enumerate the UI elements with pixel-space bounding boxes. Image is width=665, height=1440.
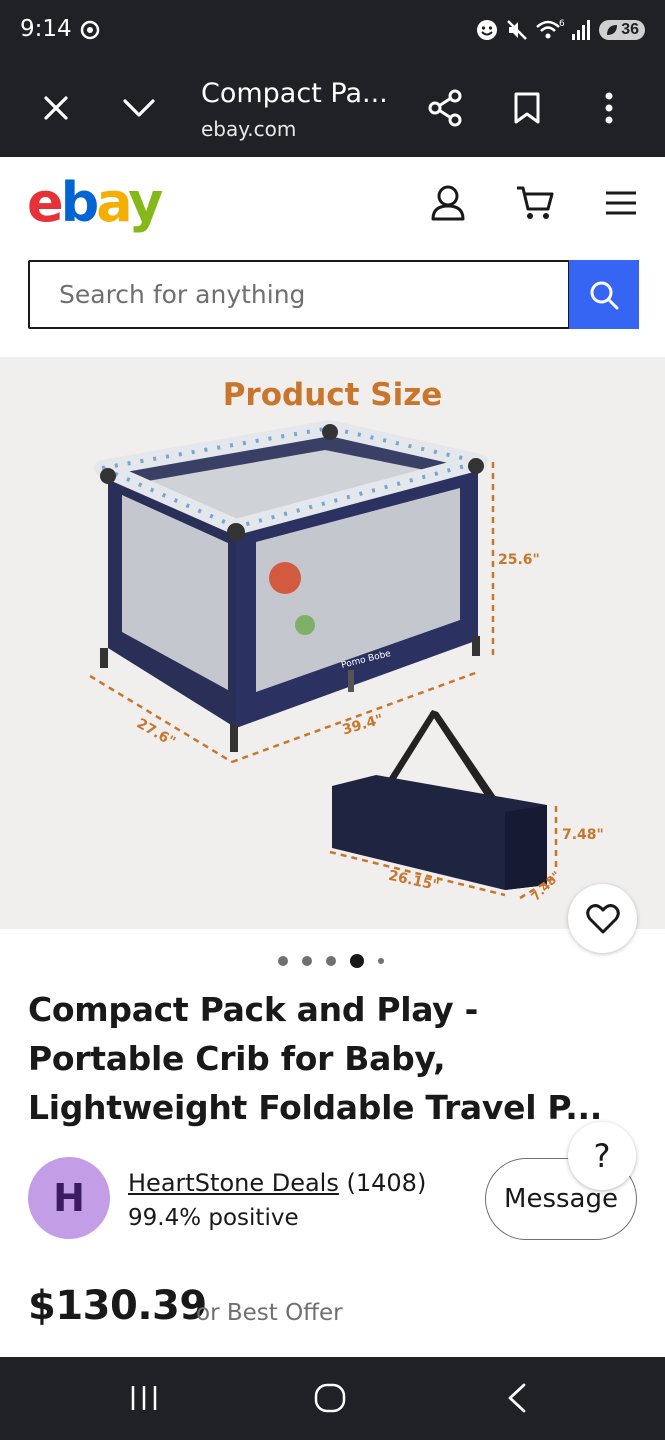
share-icon[interactable] <box>427 89 463 127</box>
bookmark-icon[interactable] <box>513 91 541 125</box>
home-icon[interactable] <box>314 1383 346 1413</box>
seller-avatar[interactable]: H <box>28 1157 110 1239</box>
back-icon[interactable] <box>506 1383 528 1413</box>
height-dimension: 25.6" <box>498 552 540 568</box>
system-nav-bar <box>0 1357 665 1440</box>
search-box <box>28 260 570 329</box>
status-bar: 9:14 6 36 <box>0 0 665 60</box>
site-header: ebay <box>0 157 665 357</box>
page-title: Compact Pa... <box>201 78 388 109</box>
status-time: 9:14 <box>20 16 72 42</box>
search-input[interactable] <box>30 262 568 327</box>
best-offer-label: or Best Offer <box>196 1300 343 1326</box>
battery-indicator: 36 <box>599 20 645 40</box>
price: $130.39 <box>28 1283 207 1329</box>
bag-height-dimension: 7.48" <box>562 827 604 843</box>
close-icon[interactable] <box>43 95 69 121</box>
seller-name-link[interactable]: HeartStone Deals <box>128 1169 339 1197</box>
cell-signal-icon <box>572 20 591 40</box>
chevron-down-icon[interactable] <box>122 98 156 118</box>
pagination-dot[interactable] <box>302 956 312 966</box>
pagination-dot[interactable] <box>378 958 384 964</box>
seller-rating: 99.4% positive <box>128 1205 299 1231</box>
browser-toolbar: Compact Pa... ebay.com <box>0 60 665 157</box>
account-icon[interactable] <box>430 184 466 222</box>
pagination-dot[interactable] <box>278 956 288 966</box>
ebay-logo[interactable]: ebay <box>27 171 163 234</box>
help-button[interactable]: ? <box>568 1122 636 1190</box>
watch-button[interactable] <box>568 884 637 953</box>
image-pagination <box>278 954 384 968</box>
battery-saver-icon <box>607 25 618 35</box>
page-url: ebay.com <box>201 117 297 141</box>
chrome-icon <box>80 20 100 40</box>
listing-title: Compact Pack and Play - Portable Crib fo… <box>28 990 602 1127</box>
pagination-dot-active[interactable] <box>350 954 364 968</box>
heart-icon <box>585 903 620 933</box>
seller-feedback-count: (1408) <box>346 1169 427 1197</box>
status-icons: 6 36 <box>475 18 645 42</box>
battery-level: 36 <box>621 21 639 38</box>
pagination-dot[interactable] <box>326 956 336 966</box>
mute-icon <box>507 20 528 40</box>
cart-icon[interactable] <box>515 184 555 222</box>
signal-label: 6 <box>559 19 565 29</box>
wifi-icon: 6 <box>536 19 565 39</box>
seller-info: HeartStone Deals (1408) <box>128 1169 426 1197</box>
search-button[interactable] <box>569 260 639 329</box>
more-options-icon[interactable] <box>603 92 615 124</box>
face-icon <box>477 20 498 40</box>
menu-icon[interactable] <box>605 190 637 216</box>
playard-illustration: Pomo Bobe <box>89 420 558 900</box>
search-icon <box>590 281 619 309</box>
recent-apps-icon[interactable] <box>130 1384 158 1412</box>
product-image-gallery[interactable]: Product Size Pomo Bobe 25.6" 39.4" 27.6"… <box>0 357 665 929</box>
